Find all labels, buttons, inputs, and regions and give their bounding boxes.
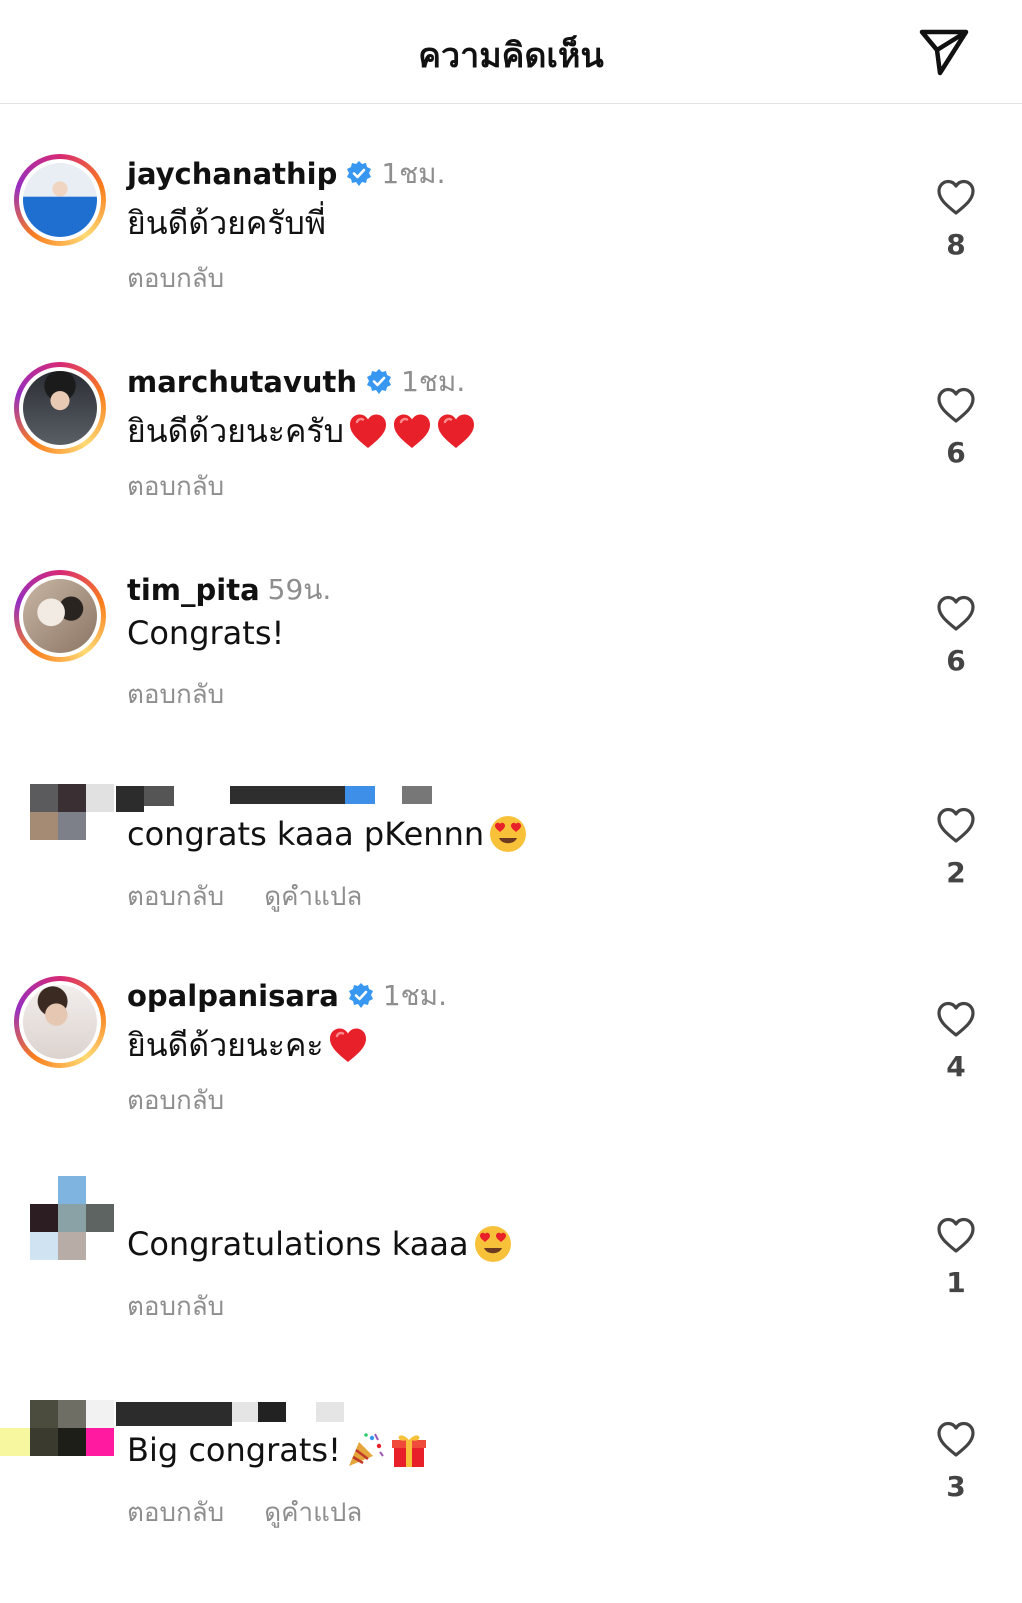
reply-button[interactable]: ตอบกลับ <box>127 674 224 715</box>
comment-text: Congratulations kaaa <box>127 1224 513 1264</box>
paper-plane-icon <box>919 29 969 76</box>
comment-text: congrats kaaa pKennn <box>127 814 528 854</box>
comment-body: ยินดีด้วยนะคะ <box>127 1026 324 1064</box>
timestamp: 1ชม. <box>401 365 466 398</box>
avatar[interactable] <box>14 154 106 246</box>
comment-item: Big congrats! ตอบกลับ ดูคำแปล 3 <box>0 1400 1022 1590</box>
avatar[interactable] <box>14 570 106 662</box>
translate-button[interactable]: ดูคำแปล <box>264 1492 362 1533</box>
username[interactable]: jaychanathip <box>127 157 337 191</box>
reply-button[interactable]: ตอบกลับ <box>127 1286 224 1327</box>
comment-text: ยินดีด้วยครับพี่ <box>127 198 326 249</box>
like-count: 1 <box>946 1266 966 1299</box>
comment-body: ยินดีด้วยนะครับ <box>127 412 344 450</box>
avatar[interactable] <box>14 976 106 1068</box>
heart-outline-icon[interactable] <box>936 386 976 424</box>
red-heart-icon <box>437 414 474 448</box>
comment-item: jaychanathip 1ชม. ยินดีด้วยครับพี่ ตอบกล… <box>0 154 1022 344</box>
heart-outline-icon[interactable] <box>936 1000 976 1038</box>
comment-item: opalpanisara 1ชม. ยินดีด้วยนะคะ ตอบกลับ … <box>0 976 1022 1166</box>
like-control: 6 <box>928 594 984 677</box>
timestamp: 59น. <box>267 573 332 606</box>
heart-outline-icon[interactable] <box>936 178 976 216</box>
red-heart-icon <box>349 414 386 448</box>
comment-text: Congrats! <box>127 614 284 652</box>
verified-badge-icon <box>347 161 372 186</box>
reply-button[interactable]: ตอบกลับ <box>127 1080 224 1121</box>
like-control: 4 <box>928 1000 984 1083</box>
verified-badge-icon <box>367 369 392 394</box>
heart-eyes-icon <box>474 1226 511 1262</box>
reply-button[interactable]: ตอบกลับ <box>127 1492 224 1533</box>
heart-outline-icon[interactable] <box>936 594 976 632</box>
like-control: 3 <box>928 1420 984 1503</box>
like-control: 6 <box>928 386 984 469</box>
heart-outline-icon[interactable] <box>936 1216 976 1254</box>
comment-item: marchutavuth 1ชม. ยินดีด้วยนะครับ ตอบกลั… <box>0 362 1022 552</box>
comment-body: Big congrats! <box>127 1431 341 1469</box>
username[interactable]: opalpanisara <box>127 979 339 1013</box>
heart-outline-icon[interactable] <box>936 1420 976 1458</box>
username[interactable]: tim_pita <box>127 573 260 607</box>
page-title: ความคิดเห็น <box>418 36 604 76</box>
red-heart-icon <box>329 1028 366 1062</box>
translate-button[interactable]: ดูคำแปล <box>264 876 362 917</box>
comment-text: ยินดีด้วยนะครับ <box>127 406 476 457</box>
comment-item: tim_pita 59น. Congrats! ตอบกลับ 6 <box>0 570 1022 760</box>
username[interactable]: marchutavuth <box>127 365 357 399</box>
comment-item: Congratulations kaaa ตอบกลับ 1 <box>0 1176 1022 1366</box>
like-count: 3 <box>946 1470 966 1503</box>
comment-text: ยินดีด้วยนะคะ <box>127 1020 368 1071</box>
heart-outline-icon[interactable] <box>936 806 976 844</box>
like-count: 6 <box>946 644 966 677</box>
like-control: 1 <box>928 1216 984 1299</box>
reply-button[interactable]: ตอบกลับ <box>127 876 224 917</box>
like-count: 2 <box>946 856 966 889</box>
timestamp: 1ชม. <box>381 157 446 190</box>
comment-body: Congrats! <box>127 614 285 652</box>
like-control: 2 <box>928 806 984 889</box>
timestamp: 1ชม. <box>382 979 447 1012</box>
party-popper-icon <box>348 1433 384 1466</box>
like-control: 8 <box>928 178 984 261</box>
reply-button[interactable]: ตอบกลับ <box>127 466 224 507</box>
like-count: 6 <box>946 436 966 469</box>
avatar[interactable] <box>14 362 106 454</box>
comment-body: Congratulations kaaa <box>127 1225 469 1263</box>
comment-item: congrats kaaa pKennn ตอบกลับ ดูคำแปล 2 <box>0 784 1022 974</box>
like-count: 8 <box>946 228 966 261</box>
comment-body: ยินดีด้วยครับพี่ <box>127 204 326 242</box>
verified-badge-icon <box>348 983 373 1008</box>
like-count: 4 <box>946 1050 966 1083</box>
comment-text: Big congrats! <box>127 1430 429 1470</box>
red-heart-icon <box>393 414 430 448</box>
header: ความคิดเห็น <box>0 0 1022 104</box>
share-button[interactable] <box>916 24 972 80</box>
comment-body: congrats kaaa pKennn <box>127 815 485 853</box>
heart-eyes-icon <box>490 816 527 852</box>
reply-button[interactable]: ตอบกลับ <box>127 258 224 299</box>
gift-icon <box>391 1435 426 1467</box>
